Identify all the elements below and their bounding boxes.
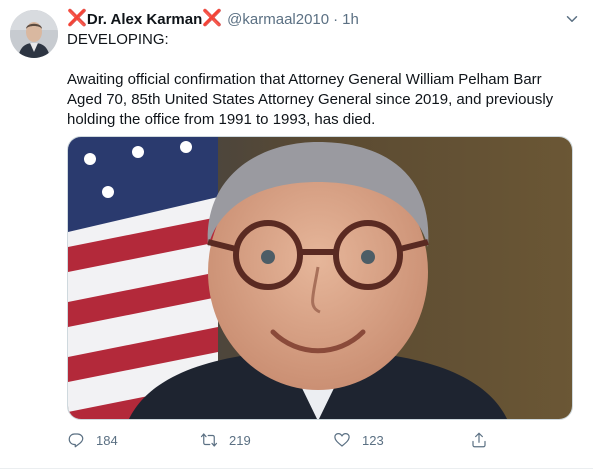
- retweet-icon: [200, 433, 218, 447]
- tweet-actions: 184 219 123: [67, 428, 497, 452]
- reply-button[interactable]: 184: [67, 428, 118, 452]
- heart-icon: [334, 433, 350, 447]
- red-x-mark: ❌: [67, 10, 87, 27]
- retweet-count: 219: [229, 432, 251, 448]
- tweet-text: DEVELOPING: Awaiting official confirmati…: [67, 30, 579, 130]
- display-name[interactable]: Dr. Alex Karman: [87, 11, 202, 28]
- red-x-mark: ❌: [202, 10, 223, 27]
- timestamp[interactable]: 1h: [342, 11, 359, 28]
- portrait-image: [68, 137, 572, 419]
- separator-dot: ·: [333, 10, 339, 28]
- like-button[interactable]: 123: [333, 428, 384, 452]
- tweet-text-line: DEVELOPING:: [67, 31, 169, 48]
- tweet-photo[interactable]: [67, 136, 573, 420]
- tweet-text-body: Awaiting official confirmation that Atto…: [67, 71, 554, 128]
- reply-icon: [68, 433, 84, 448]
- avatar[interactable]: [10, 10, 58, 58]
- user-handle[interactable]: @karmaal2010: [227, 11, 329, 28]
- chevron-down-icon[interactable]: [563, 10, 581, 28]
- avatar-image: [10, 10, 58, 58]
- share-icon: [472, 432, 486, 448]
- share-button[interactable]: [470, 428, 488, 452]
- retweet-button[interactable]: 219: [200, 428, 251, 452]
- like-count: 123: [362, 432, 384, 448]
- tweet[interactable]: ❌ Dr. Alex Karman ❌ @karmaal2010 · 1h DE…: [0, 0, 593, 469]
- reply-count: 184: [96, 432, 118, 448]
- tweet-header: ❌ Dr. Alex Karman ❌ @karmaal2010 · 1h: [67, 9, 583, 29]
